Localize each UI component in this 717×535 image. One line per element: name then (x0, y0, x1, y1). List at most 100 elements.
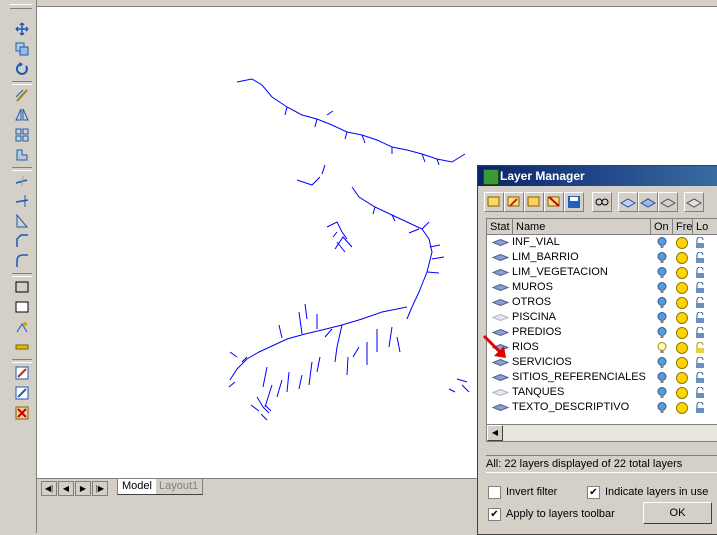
layer-lock-icon[interactable] (695, 387, 705, 399)
restore-state-icon[interactable] (484, 192, 504, 212)
edit-state-icon[interactable] (504, 192, 524, 212)
layer-on-bulb-icon[interactable] (657, 297, 667, 309)
layer-row[interactable]: SERVICIOS (487, 356, 717, 369)
layer-on-bulb-icon[interactable] (657, 312, 667, 324)
layer-lock-icon[interactable] (695, 402, 705, 414)
layer-freeze-sun-icon[interactable] (676, 282, 688, 294)
layer-on-bulb-icon[interactable] (657, 267, 667, 279)
find-layer-icon[interactable] (592, 192, 612, 212)
break-icon[interactable] (11, 212, 33, 230)
copy-icon[interactable] (11, 40, 33, 58)
layer-freeze-sun-icon[interactable] (676, 327, 688, 339)
stretch-icon[interactable] (11, 146, 33, 164)
layer-on-bulb-icon[interactable] (657, 402, 667, 414)
layer-states-icon[interactable] (618, 192, 638, 212)
layer-lock-icon[interactable] (695, 357, 705, 369)
layer-on-bulb-icon[interactable] (657, 387, 667, 399)
layer-on-bulb-icon[interactable] (657, 342, 667, 354)
last-tab-button[interactable]: |▶ (92, 481, 108, 496)
layer-row[interactable]: TEXTO_DESCRIPTIVO (487, 401, 717, 414)
layer-row[interactable]: SITIOS_REFERENCIALES (487, 371, 717, 384)
invert-filter-box[interactable] (488, 485, 501, 499)
trim-icon[interactable] (11, 172, 33, 190)
layer-freeze-sun-icon[interactable] (676, 402, 688, 414)
edit-attribute-icon[interactable] (11, 384, 33, 402)
layer-lock-icon[interactable] (695, 282, 705, 294)
column-header-status[interactable]: Stat (487, 219, 513, 235)
indicate-layers-box[interactable]: ✔ (587, 485, 600, 499)
rename-state-icon[interactable] (524, 192, 544, 212)
layer-properties-icon[interactable] (658, 192, 678, 212)
first-tab-button[interactable]: ◀| (41, 481, 57, 496)
layer-lock-icon[interactable] (695, 327, 705, 339)
delete-state-icon[interactable] (544, 192, 564, 212)
measure-icon[interactable] (11, 338, 33, 356)
layer-lock-icon[interactable] (695, 372, 705, 384)
layer-row[interactable]: OTROS (487, 296, 717, 309)
layer-freeze-sun-icon[interactable] (676, 372, 688, 384)
layer-filter-icon[interactable] (638, 192, 658, 212)
explode-icon[interactable] (11, 318, 33, 336)
offset-icon[interactable] (11, 86, 33, 104)
layer-list[interactable]: Stat Name On Fre Lo INF_VIAL LIM_BARRIO LI… (486, 218, 717, 426)
layer-freeze-sun-icon[interactable] (676, 267, 688, 279)
layer-on-bulb-icon[interactable] (657, 357, 667, 369)
fillet-icon[interactable] (11, 252, 33, 270)
extend-icon[interactable] (11, 192, 33, 210)
column-header-on[interactable]: On (651, 219, 673, 235)
move-icon[interactable] (11, 20, 33, 38)
layer-row[interactable]: RIOS (487, 341, 717, 354)
layer-freeze-sun-icon[interactable] (676, 237, 688, 249)
rectangle-icon[interactable] (11, 278, 33, 296)
tab-model[interactable]: Model (117, 479, 156, 495)
layer-freeze-sun-icon[interactable] (676, 297, 688, 309)
erase-icon[interactable] (11, 404, 33, 422)
layer-row[interactable]: TANQUES (487, 386, 717, 399)
layer-lock-icon[interactable] (695, 237, 705, 249)
layer-on-bulb-icon[interactable] (657, 327, 667, 339)
column-header-name[interactable]: Name (513, 219, 651, 235)
layer-on-bulb-icon[interactable] (657, 252, 667, 264)
layer-row[interactable]: LIM_BARRIO (487, 251, 717, 264)
layer-freeze-sun-icon[interactable] (676, 387, 688, 399)
layer-row[interactable]: LIM_VEGETACION (487, 266, 717, 279)
invert-filter-checkbox[interactable]: Invert filter (488, 485, 557, 499)
apply-toolbar-box[interactable]: ✔ (488, 507, 501, 521)
layer-on-bulb-icon[interactable] (657, 237, 667, 249)
horizontal-scrollbar[interactable]: ◀ (486, 424, 717, 442)
array-icon[interactable] (11, 126, 33, 144)
column-header-lock[interactable]: Lo (693, 219, 717, 235)
layer-on-bulb-icon[interactable] (657, 372, 667, 384)
ok-button[interactable]: OK (643, 502, 712, 524)
layer-manager-titlebar[interactable]: Layer Manager (478, 166, 717, 186)
layer-on-bulb-icon[interactable] (657, 282, 667, 294)
tab-layout1[interactable]: Layout1 (155, 479, 204, 495)
layer-lock-icon[interactable] (695, 267, 705, 279)
region-icon[interactable] (11, 298, 33, 316)
layer-row[interactable]: PISCINA (487, 311, 717, 324)
layer-row[interactable]: MUROS (487, 281, 717, 294)
chamfer-icon[interactable] (11, 232, 33, 250)
layer-row[interactable]: INF_VIAL (487, 236, 717, 249)
indicate-layers-checkbox[interactable]: ✔ Indicate layers in use (587, 485, 708, 499)
previous-tab-button[interactable]: ◀ (58, 481, 74, 496)
layer-lock-icon[interactable] (695, 252, 705, 264)
layer-lock-icon[interactable] (695, 342, 705, 354)
column-header-freeze[interactable]: Fre (673, 219, 693, 235)
rotate-icon[interactable] (11, 60, 33, 78)
toolbar-grip[interactable] (10, 4, 32, 9)
next-tab-button[interactable]: ▶ (75, 481, 91, 496)
layer-freeze-sun-icon[interactable] (676, 252, 688, 264)
layer-lock-icon[interactable] (695, 297, 705, 309)
edit-text-icon[interactable] (11, 364, 33, 382)
layer-row[interactable]: PREDIOS (487, 326, 717, 339)
apply-toolbar-checkbox[interactable]: ✔ Apply to layers toolbar (488, 507, 615, 521)
layer-import-icon[interactable] (684, 192, 704, 212)
layer-freeze-sun-icon[interactable] (676, 312, 688, 324)
layer-freeze-sun-icon[interactable] (676, 357, 688, 369)
scroll-left-arrow[interactable]: ◀ (487, 425, 503, 441)
save-state-icon[interactable] (564, 192, 584, 212)
mirror-icon[interactable] (11, 106, 33, 124)
layer-freeze-sun-icon[interactable] (676, 342, 688, 354)
layer-lock-icon[interactable] (695, 312, 705, 324)
